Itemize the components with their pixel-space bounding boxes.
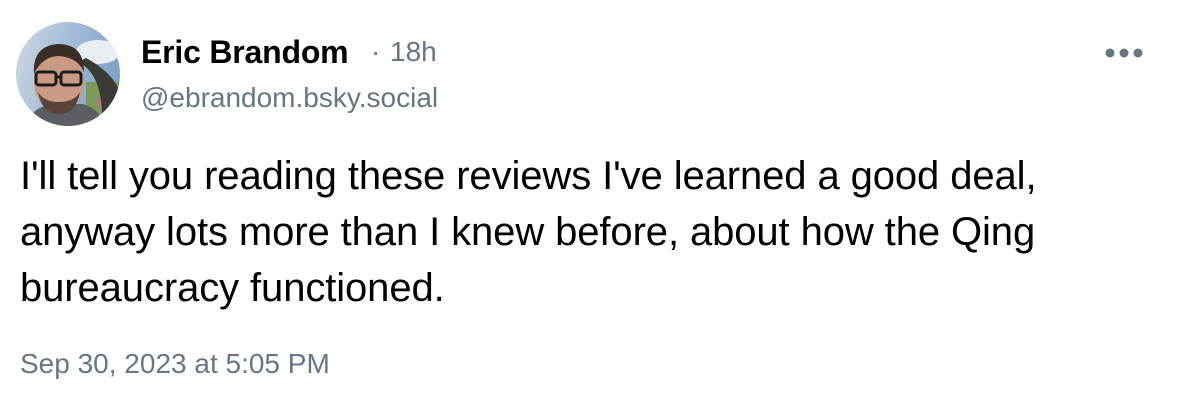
post-text: I'll tell you reading these reviews I've… <box>20 154 1037 310</box>
ellipsis-horizontal-icon <box>1105 48 1143 58</box>
post-card: Eric Brandom · 18h @ebrandom.bsky.social… <box>0 0 1196 404</box>
avatar-photo <box>16 22 120 126</box>
post-timestamp[interactable]: Sep 30, 2023 at 5:05 PM <box>20 348 330 380</box>
avatar[interactable] <box>16 22 120 126</box>
more-options-button[interactable] <box>1100 38 1148 68</box>
author-handle[interactable]: @ebrandom.bsky.social <box>141 82 438 114</box>
meta-separator: · <box>371 36 381 67</box>
post-age[interactable]: 18h <box>390 36 437 68</box>
author-display-name[interactable]: Eric Brandom <box>141 34 349 71</box>
